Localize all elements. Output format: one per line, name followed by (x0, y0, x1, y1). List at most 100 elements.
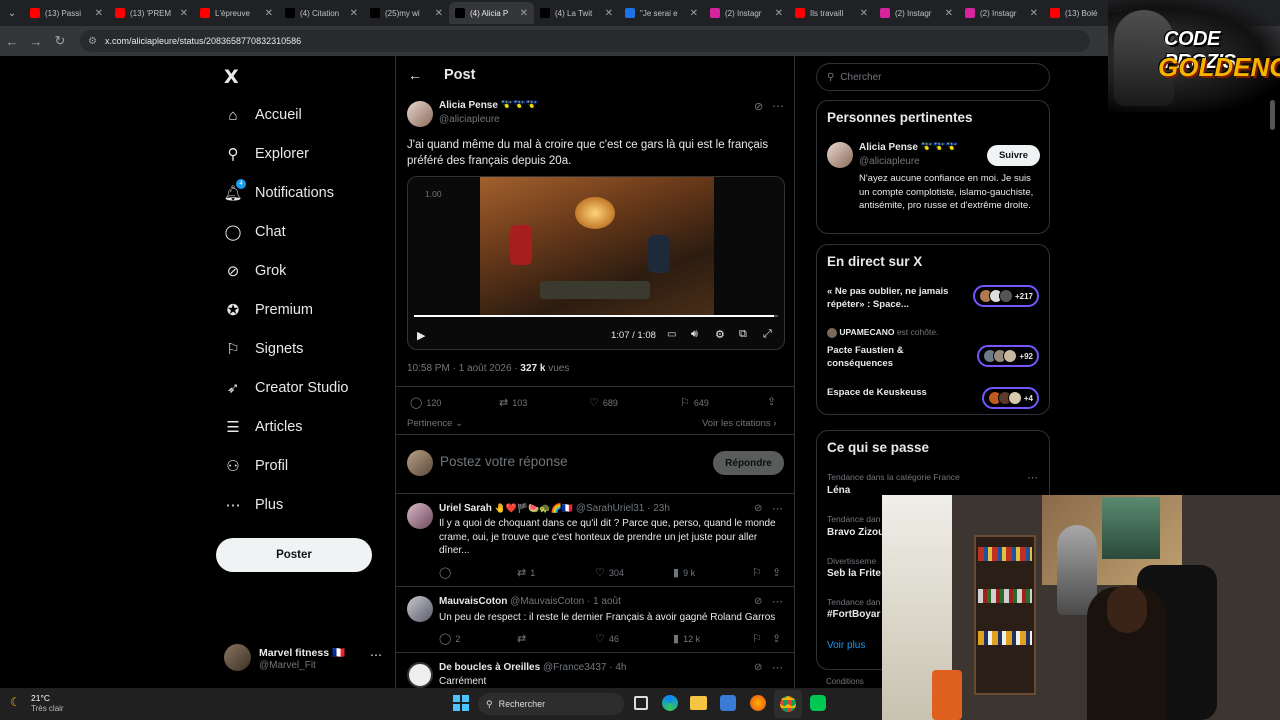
space-listeners[interactable]: +4 (981, 387, 1039, 409)
browser-tab[interactable]: Ils travaill ✕ (789, 2, 874, 24)
volume-icon[interactable]: 🔊︎ (691, 328, 698, 341)
reply-avatar[interactable] (407, 503, 433, 529)
footer-terms-link[interactable]: Conditions (826, 677, 864, 686)
tab-close-icon[interactable]: ✕ (265, 8, 273, 19)
tab-close-icon[interactable]: ✕ (605, 8, 613, 19)
settings-icon[interactable]: ⚙ (715, 328, 725, 341)
task-view-icon[interactable] (634, 696, 648, 710)
x-logo[interactable]: X (224, 66, 239, 88)
file-explorer-icon[interactable] (690, 696, 707, 710)
back-icon[interactable]: ← (0, 34, 24, 49)
store-icon[interactable] (720, 695, 736, 711)
post-button[interactable]: Poster (216, 538, 372, 572)
author-handle[interactable]: @aliciapleure (439, 114, 500, 125)
tab-close-icon[interactable]: ✕ (180, 8, 188, 19)
like-action[interactable]: ♡ 304 (595, 566, 624, 579)
like-action[interactable]: ♡ 46 (595, 632, 619, 645)
weather-temp[interactable]: 21°C (31, 693, 50, 703)
captions-icon[interactable]: ▭ (667, 329, 676, 340)
views-action[interactable]: ▮ 9 k (673, 566, 695, 579)
fullscreen-icon[interactable]: ⤢ (763, 328, 772, 341)
reply-action[interactable]: ◯ (439, 566, 455, 579)
browser-tab[interactable]: (4) Alicia P ✕ (449, 2, 534, 24)
nav-item[interactable]: ➶ Creator Studio (222, 373, 349, 403)
grok-icon[interactable]: ⊘ (754, 662, 762, 673)
nav-item[interactable]: ◯ Chat (222, 217, 286, 247)
video-progress-track[interactable] (414, 315, 778, 317)
nav-item[interactable]: ⚇ Profil (222, 451, 288, 481)
search-input[interactable]: ⚲ Chercher (816, 63, 1050, 91)
author-name[interactable]: Alicia Pense 🇬🇵🇬🇵🇬🇵 (439, 100, 538, 111)
person-avatar[interactable] (827, 142, 853, 168)
tab-close-icon[interactable]: ✕ (775, 8, 783, 19)
browser-tab[interactable]: (13) Passi ✕ (24, 2, 109, 24)
nav-item[interactable]: ☰ Articles (222, 412, 302, 442)
reply-more-icon[interactable]: ⋯ (772, 502, 783, 515)
browser-tab[interactable]: (25)my wi ✕ (364, 2, 449, 24)
person-handle[interactable]: @aliciapleure (859, 156, 920, 167)
space-title[interactable]: Espace de Keuskeuss (827, 387, 957, 398)
nav-item[interactable]: ⊘ Grok (222, 256, 287, 286)
trend-name[interactable]: Léna (827, 485, 850, 496)
reply-more-icon[interactable]: ⋯ (772, 661, 783, 674)
nav-item[interactable]: ⋯ Plus (222, 490, 284, 520)
tab-close-icon[interactable]: ✕ (945, 8, 953, 19)
share-icon[interactable]: ⇪ (767, 395, 780, 408)
tab-close-icon[interactable]: ✕ (520, 8, 528, 19)
space-listeners[interactable]: +217 (972, 285, 1039, 307)
trend-name[interactable]: #FortBoyar (827, 609, 880, 620)
space-listeners[interactable]: +92 (977, 345, 1039, 367)
like-action[interactable]: ♡ 689 (589, 396, 618, 409)
nav-item[interactable]: 🔔︎ 4 Notifications (222, 178, 334, 208)
tab-close-icon[interactable]: ✕ (1030, 8, 1038, 19)
app-icon[interactable] (810, 695, 826, 711)
reply-more-icon[interactable]: ⋯ (772, 595, 783, 608)
site-info-icon[interactable]: ⚙ (88, 36, 97, 47)
reload-icon[interactable]: ↻ (48, 33, 72, 49)
repost-action[interactable]: ⇄ (517, 632, 530, 645)
tab-close-icon[interactable]: ✕ (350, 8, 358, 19)
bookmark-icon[interactable]: ⚐ (752, 632, 766, 645)
reply-action[interactable]: ◯ 2 (439, 632, 460, 645)
nav-item[interactable]: ⚲ Explorer (222, 139, 310, 169)
browser-tab[interactable]: (2) Instagr ✕ (704, 2, 789, 24)
grok-icon[interactable]: ⊘ (754, 596, 762, 607)
tab-close-icon[interactable]: ✕ (95, 8, 103, 19)
trend-more-icon[interactable]: ⋯ (1027, 471, 1038, 484)
nav-item[interactable]: ⚐ Signets (222, 334, 303, 364)
taskbar-search[interactable]: ⚲ Rechercher (478, 693, 624, 715)
bookmark-action[interactable]: ⚐ 649 (680, 396, 709, 409)
grok-icon[interactable]: ⊘ (754, 100, 763, 113)
reply-avatar[interactable] (407, 596, 433, 622)
reply-button[interactable]: Répondre (713, 451, 784, 475)
browser-tab[interactable]: (2) Instagr ✕ (874, 2, 959, 24)
share-icon[interactable]: ⇪ (772, 632, 785, 645)
tab-search-icon[interactable]: ⌄ (0, 0, 24, 26)
browser-tab[interactable]: (2) Instagr ✕ (959, 2, 1044, 24)
grok-icon[interactable]: ⊘ (754, 503, 762, 514)
quotes-link[interactable]: Voir les citations › (702, 418, 776, 429)
space-title[interactable]: Pacte Faustien & conséquences (827, 344, 957, 370)
repost-action[interactable]: ⇄ 103 (499, 396, 527, 409)
post-more-icon[interactable]: ⋯ (772, 99, 784, 113)
show-more-link[interactable]: Voir plus (827, 640, 865, 651)
browser-tab[interactable]: "Je serai e ✕ (619, 2, 704, 24)
start-icon[interactable] (453, 695, 469, 711)
page-scrollbar[interactable] (1270, 100, 1275, 130)
follow-button[interactable]: Suivre (987, 145, 1040, 166)
trend-name[interactable]: Bravo Zizou (827, 527, 884, 538)
tab-close-icon[interactable]: ✕ (690, 8, 698, 19)
share-icon[interactable]: ⇪ (772, 566, 785, 579)
author-avatar[interactable] (407, 101, 433, 127)
back-arrow-icon[interactable]: ← (408, 67, 422, 83)
browser-tab[interactable]: (4) Citation ✕ (279, 2, 364, 24)
bookmark-icon[interactable]: ⚐ (752, 566, 766, 579)
repost-action[interactable]: ⇄ 1 (517, 566, 535, 579)
chrome-taskbar-button[interactable] (774, 690, 802, 718)
reply-avatar[interactable] (407, 662, 433, 688)
person-name[interactable]: Alicia Pense 🇬🇵🇬🇵🇬🇵 (859, 142, 958, 153)
browser-tab[interactable]: (13) 'PREM ✕ (109, 2, 194, 24)
pip-icon[interactable]: ⧉ (739, 328, 747, 341)
url-bar[interactable]: ⚙ x.com/aliciapleure/status/208365877083… (80, 30, 1090, 52)
firefox-icon[interactable] (750, 695, 766, 711)
